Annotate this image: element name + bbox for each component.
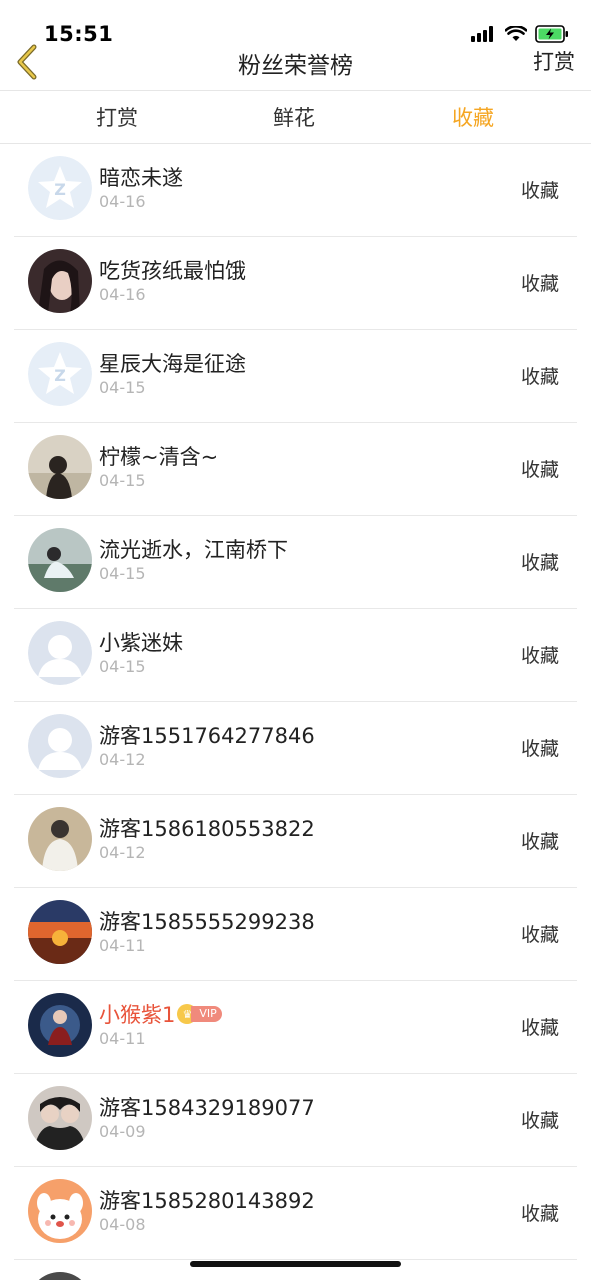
action-label: 收藏 — [520, 738, 559, 760]
tab-bar: 打赏 鲜花 收藏 — [0, 91, 591, 143]
avatar — [28, 621, 92, 685]
action-label: 收藏 — [520, 924, 559, 946]
user-name: 游客1586180553822 — [99, 817, 315, 841]
action-label: 收藏 — [520, 180, 559, 202]
user-name: 游客1585555299238 — [99, 910, 315, 934]
action-label: 收藏 — [520, 1203, 559, 1225]
date: 04-16 — [99, 192, 146, 211]
user-name: 游客1584329189077 — [99, 1096, 315, 1120]
list-item[interactable]: 柠檬~清含~ 04-15 收藏 — [0, 423, 591, 516]
action-label: 收藏 — [520, 645, 559, 667]
list-item[interactable]: 小紫迷妹 04-15 收藏 — [0, 609, 591, 702]
tab-flowers[interactable]: 鲜花 — [234, 91, 354, 143]
vip-badge: ♛ VIP — [177, 1004, 222, 1024]
reward-button[interactable]: 打赏 — [533, 46, 575, 76]
action-label: 收藏 — [520, 1017, 559, 1039]
user-photo — [28, 993, 92, 1057]
list-item[interactable]: 游客1585555299238 04-11 收藏 — [0, 888, 591, 981]
list-item[interactable]: 游客1585280143892 04-08 收藏 — [0, 1167, 591, 1260]
user-name: 小紫迷妹 — [99, 631, 183, 655]
user-photo — [28, 900, 92, 964]
user-photo — [28, 1086, 92, 1150]
list-item[interactable]: 游客1551764277846 04-12 收藏 — [0, 702, 591, 795]
user-photo — [28, 249, 92, 313]
qq-default-icon: Z — [28, 156, 92, 220]
list-item[interactable]: 游客1586180553822 04-12 收藏 — [0, 795, 591, 888]
avatar — [28, 435, 92, 499]
svg-text:Z: Z — [54, 366, 66, 385]
action-label: 收藏 — [520, 366, 559, 388]
action-label: 收藏 — [520, 831, 559, 853]
user-name-vip: 小猴紫1 ♛ VIP — [99, 999, 222, 1029]
person-placeholder-icon — [28, 714, 92, 778]
user-name: 暗恋未遂 — [99, 166, 183, 190]
user-name: 游客1585280143892 — [99, 1189, 315, 1213]
svg-text:Z: Z — [54, 180, 66, 199]
date: 04-11 — [99, 1029, 146, 1048]
fan-list: Z 暗恋未遂 04-16 收藏 吃货孩纸最怕饿 04-16 收藏 Z 星辰大海是… — [0, 144, 591, 1260]
list-item[interactable]: 流光逝水，江南桥下 04-15 收藏 — [0, 516, 591, 609]
list-item[interactable]: 小猴紫1 ♛ VIP 04-11 收藏 — [0, 981, 591, 1074]
list-item[interactable]: Z 暗恋未遂 04-16 收藏 — [0, 144, 591, 237]
user-name: 小猴紫1 — [99, 1003, 176, 1027]
avatar — [28, 528, 92, 592]
user-name: 吃货孩纸最怕饿 — [99, 259, 246, 283]
vip-label: VIP — [191, 1006, 222, 1022]
chevron-left-icon — [17, 44, 37, 80]
date: 04-09 — [99, 1122, 146, 1141]
user-photo — [28, 435, 92, 499]
list-item[interactable]: 游客1584329189077 04-09 收藏 — [0, 1074, 591, 1167]
action-label: 收藏 — [520, 1110, 559, 1132]
avatar — [28, 807, 92, 871]
date: 04-11 — [99, 936, 146, 955]
home-indicator[interactable] — [190, 1261, 401, 1267]
nav-bar: 粉丝荣誉榜 打赏 — [0, 34, 591, 90]
list-item[interactable]: Z 星辰大海是征途 04-15 收藏 — [0, 330, 591, 423]
cartoon-dog-icon — [28, 1179, 92, 1243]
avatar — [28, 1086, 92, 1150]
action-label: 收藏 — [520, 552, 559, 574]
avatar — [28, 993, 92, 1057]
user-photo — [28, 528, 92, 592]
action-label: 收藏 — [520, 459, 559, 481]
avatar — [28, 249, 92, 313]
avatar — [28, 714, 92, 778]
person-placeholder-icon — [28, 621, 92, 685]
date: 04-16 — [99, 285, 146, 304]
avatar — [28, 1179, 92, 1243]
action-label: 收藏 — [520, 273, 559, 295]
user-name: 游客1551764277846 — [99, 724, 315, 748]
qq-default-icon: Z — [28, 342, 92, 406]
list-item[interactable]: 吃货孩纸最怕饿 04-16 收藏 — [0, 237, 591, 330]
date: 04-15 — [99, 471, 146, 490]
page-title: 粉丝荣誉榜 — [238, 53, 353, 79]
avatar — [28, 900, 92, 964]
date: 04-15 — [99, 378, 146, 397]
back-button[interactable] — [10, 40, 44, 84]
user-name: 柠檬~清含~ — [99, 445, 219, 469]
date: 04-12 — [99, 843, 146, 862]
date: 04-08 — [99, 1215, 146, 1234]
user-name: 星辰大海是征途 — [99, 352, 246, 376]
user-name: 流光逝水，江南桥下 — [99, 538, 288, 562]
avatar: Z — [28, 342, 92, 406]
avatar: Z — [28, 156, 92, 220]
date: 04-15 — [99, 564, 146, 583]
user-photo — [28, 807, 92, 871]
avatar — [28, 1272, 92, 1280]
date: 04-15 — [99, 657, 146, 676]
date: 04-12 — [99, 750, 146, 769]
tab-reward[interactable]: 打赏 — [57, 91, 177, 143]
tab-favorites[interactable]: 收藏 — [413, 91, 533, 143]
